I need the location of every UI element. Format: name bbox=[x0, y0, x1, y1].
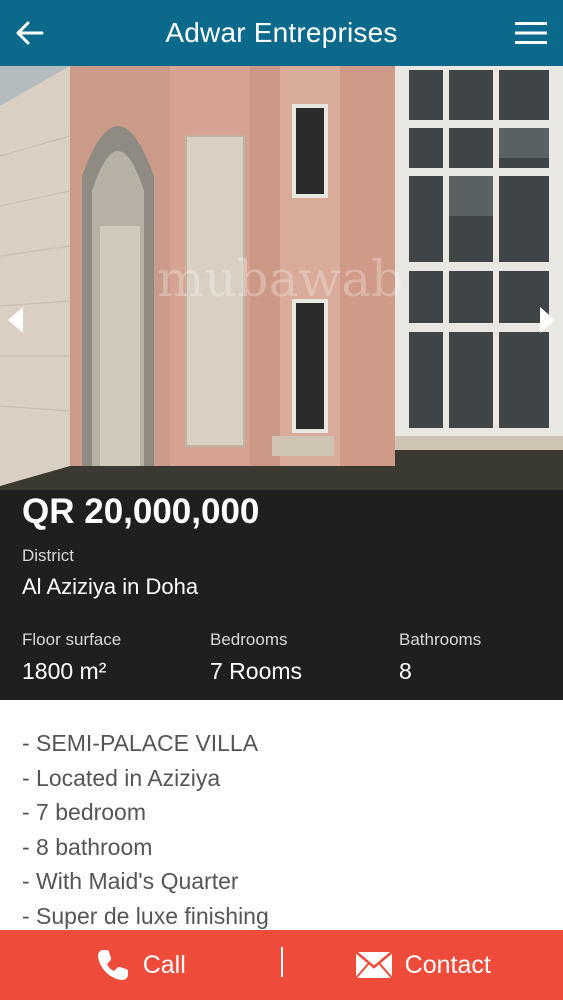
page-title: Adwar Entreprises bbox=[165, 17, 398, 48]
description-line: - With Maid's Quarter bbox=[22, 868, 239, 894]
contact-label: Contact bbox=[404, 950, 491, 979]
stat-label: Floor surface bbox=[22, 630, 122, 649]
description-line: - 7 bedroom bbox=[22, 799, 147, 825]
listing-price: QR 20,000,000 bbox=[22, 492, 260, 531]
stat-label: Bedrooms bbox=[210, 630, 288, 649]
hamburger-menu-icon bbox=[515, 22, 547, 44]
action-bar: Call Contact bbox=[0, 930, 563, 1000]
envelope-icon bbox=[354, 951, 393, 979]
stat-value: 1800 m² bbox=[22, 658, 107, 684]
phone-icon bbox=[97, 950, 128, 980]
listing-info-panel: QR 20,000,000 District Al Aziziya in Doh… bbox=[0, 490, 563, 700]
next-photo-button[interactable] bbox=[533, 298, 563, 342]
contact-button[interactable]: Contact bbox=[283, 930, 563, 1000]
menu-button[interactable] bbox=[509, 11, 553, 55]
district-label: District bbox=[22, 546, 74, 565]
app-bar: Adwar Entreprises bbox=[0, 0, 563, 66]
photo-watermark: mubawab bbox=[157, 250, 403, 308]
stat-label: Bathrooms bbox=[399, 630, 482, 649]
previous-photo-button[interactable] bbox=[0, 298, 30, 342]
description-line: - Located in Aziziya bbox=[22, 764, 221, 791]
chevron-right-icon bbox=[540, 307, 555, 333]
villa-photo-image: mubawab bbox=[0, 66, 563, 490]
description-line: - Super de luxe finishing bbox=[22, 902, 269, 929]
description-line: - SEMI-PALACE VILLA bbox=[22, 730, 259, 756]
stat-value: 7 Rooms bbox=[210, 658, 303, 684]
description-line: - 8 bathroom bbox=[22, 833, 153, 860]
listing-description: - SEMI-PALACE VILLA - Located in Aziziya… bbox=[0, 700, 563, 930]
call-label: Call bbox=[142, 950, 186, 979]
stat-bathrooms: Bathrooms 8 bbox=[399, 630, 481, 685]
chevron-left-icon bbox=[8, 307, 23, 333]
district-value: Al Aziziya in Doha bbox=[22, 574, 199, 599]
stat-bedrooms: Bedrooms 7 Rooms bbox=[210, 630, 302, 685]
arrow-left-icon bbox=[16, 21, 44, 45]
back-button[interactable] bbox=[8, 11, 52, 55]
call-button[interactable]: Call bbox=[0, 930, 281, 1000]
stat-value: 8 bbox=[399, 658, 412, 684]
listing-photo[interactable]: mubawab bbox=[0, 66, 563, 490]
stat-floor-surface: Floor surface 1800 m² bbox=[22, 630, 121, 685]
